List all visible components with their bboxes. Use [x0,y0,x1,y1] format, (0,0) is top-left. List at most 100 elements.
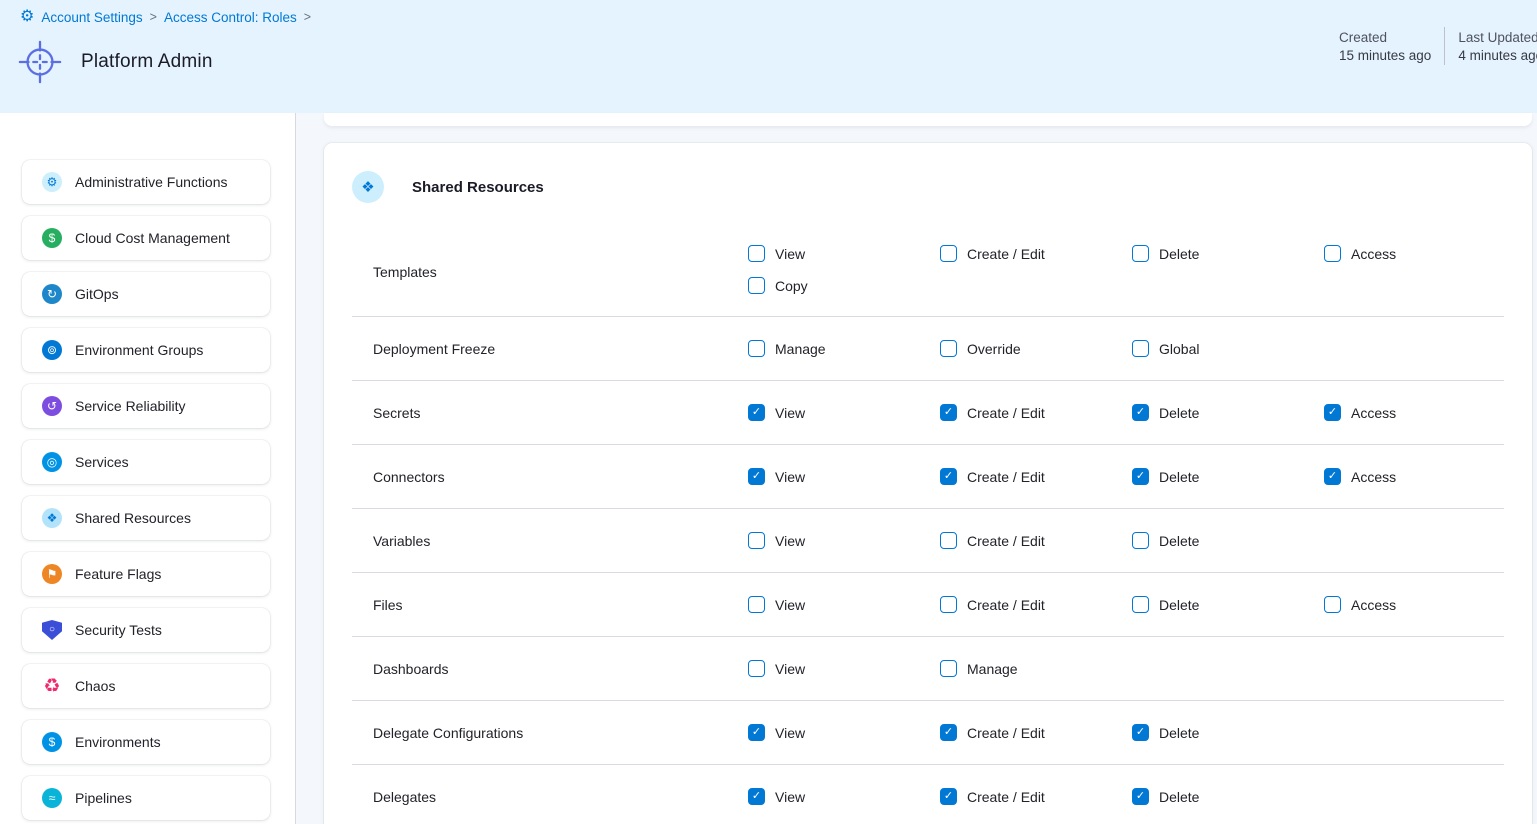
checkbox-box: ✓ [940,724,957,741]
permission-row-secrets: Secrets ✓ View ✓ Create / Edit ✓ Delete … [352,381,1504,445]
checkbox-templates-delete[interactable]: ✓ Delete [1132,245,1324,262]
services-icon: ◎ [42,452,62,472]
checkbox-files-view[interactable]: ✓ View [748,596,940,613]
sidebar-item-administrative-functions[interactable]: ⚙ Administrative Functions [22,160,270,204]
breadcrumb-link-account-settings[interactable]: Account Settings [41,10,142,25]
checkbox-connectors-delete[interactable]: ✓ Delete [1132,468,1324,485]
shared-resources-card: ❖ Shared Resources Templates ✓ View ✓ Co… [324,143,1532,824]
checkbox-delegates-view[interactable]: ✓ View [748,788,940,805]
permission-label: Access [1351,405,1396,421]
checkbox-box: ✓ [940,404,957,421]
permission-label: Delete [1159,469,1199,485]
checkbox-box: ✓ [940,532,957,549]
resource-name: Dashboards [373,661,748,677]
meta-divider [1444,27,1445,65]
checkbox-dashboards-manage[interactable]: ✓ Manage [940,660,1132,677]
checkbox-secrets-create-edit[interactable]: ✓ Create / Edit [940,404,1132,421]
checkbox-variables-view[interactable]: ✓ View [748,532,940,549]
checkbox-dashboards-view[interactable]: ✓ View [748,660,940,677]
checkbox-box: ✓ [748,596,765,613]
permission-cell: ✓ Access [1324,404,1504,421]
permission-cell: ✓ View [748,788,940,805]
checkbox-variables-create-edit[interactable]: ✓ Create / Edit [940,532,1132,549]
permission-cell: ✓ Delete [1132,724,1324,741]
permission-label: Delete [1159,246,1199,262]
checkbox-files-create-edit[interactable]: ✓ Create / Edit [940,596,1132,613]
permission-cell: ✓ Manage [748,340,940,357]
breadcrumb-link-access-control-roles[interactable]: Access Control: Roles [164,10,297,25]
permission-cell: ✓ Delete [1132,788,1324,805]
sidebar-item-cloud-cost-management[interactable]: $ Cloud Cost Management [22,216,270,260]
checkbox-connectors-create-edit[interactable]: ✓ Create / Edit [940,468,1132,485]
last-updated-value: 4 minutes ago [1458,48,1537,63]
service-reliability-icon: ↺ [42,396,62,416]
sidebar-item-shared-resources[interactable]: ❖ Shared Resources [22,496,270,540]
check-icon: ✓ [1328,407,1337,418]
checkbox-templates-access[interactable]: ✓ Access [1324,245,1504,262]
check-icon: ✓ [752,727,761,738]
pipelines-icon: ≈ [42,788,62,808]
checkbox-delegate-configurations-create-edit[interactable]: ✓ Create / Edit [940,724,1132,741]
sidebar-item-service-reliability[interactable]: ↺ Service Reliability [22,384,270,428]
checkbox-box: ✓ [1132,724,1149,741]
shared-resources-icon: ❖ [352,171,384,203]
check-icon: ✓ [752,471,761,482]
sidebar-item-environments[interactable]: $ Environments [22,720,270,764]
resource-category-sidebar: ⚙ Administrative Functions $ Cloud Cost … [0,113,296,824]
sidebar-item-services[interactable]: ◎ Services [22,440,270,484]
permission-label: View [775,597,805,613]
breadcrumb-separator: > [304,10,311,24]
checkbox-connectors-view[interactable]: ✓ View [748,468,940,485]
checkbox-box: ✓ [748,340,765,357]
check-icon: ✓ [1136,407,1145,418]
check-icon: ✓ [944,471,953,482]
permission-cell: ✓ View [748,404,940,421]
sidebar-item-gitops[interactable]: ↻ GitOps [22,272,270,316]
permission-cell: ✓ View ✓ Copy [748,228,940,294]
sidebar-item-chaos[interactable]: ♻ Chaos [22,664,270,708]
sidebar-item-security-tests[interactable]: ○ Security Tests [22,608,270,652]
checkbox-box: ✓ [748,788,765,805]
checkbox-templates-create-edit[interactable]: ✓ Create / Edit [940,245,1132,262]
checkbox-deployment-freeze-override[interactable]: ✓ Override [940,340,1132,357]
checkbox-templates-view[interactable]: ✓ View [748,245,940,262]
created-value: 15 minutes ago [1339,48,1431,63]
permission-label: Create / Edit [967,533,1045,549]
checkbox-secrets-access[interactable]: ✓ Access [1324,404,1504,421]
checkbox-box: ✓ [748,468,765,485]
checkbox-variables-delete[interactable]: ✓ Delete [1132,532,1324,549]
sidebar-item-environment-groups[interactable]: ⊚ Environment Groups [22,328,270,372]
role-meta: Created 15 minutes ago Last Updated 4 mi… [1339,27,1537,65]
permission-row-deployment-freeze: Deployment Freeze ✓ Manage ✓ Override ✓ … [352,317,1504,381]
permission-label: Delete [1159,789,1199,805]
breadcrumb-separator: > [150,10,157,24]
checkbox-delegate-configurations-delete[interactable]: ✓ Delete [1132,724,1324,741]
checkbox-secrets-view[interactable]: ✓ View [748,404,940,421]
check-icon: ✓ [752,407,761,418]
section-title: Shared Resources [412,179,544,196]
checkbox-box: ✓ [1324,596,1341,613]
checkbox-templates-copy[interactable]: ✓ Copy [748,277,940,294]
resource-name: Delegates [373,789,748,805]
checkbox-delegates-delete[interactable]: ✓ Delete [1132,788,1324,805]
checkbox-box: ✓ [748,532,765,549]
permission-label: Access [1351,469,1396,485]
checkbox-delegate-configurations-view[interactable]: ✓ View [748,724,940,741]
permission-label: View [775,725,805,741]
permission-label: Access [1351,246,1396,262]
cloud-cost-management-icon: $ [42,228,62,248]
checkbox-files-access[interactable]: ✓ Access [1324,596,1504,613]
permission-label: Create / Edit [967,405,1045,421]
permission-label: Access [1351,597,1396,613]
checkbox-delegates-create-edit[interactable]: ✓ Create / Edit [940,788,1132,805]
checkbox-connectors-access[interactable]: ✓ Access [1324,468,1504,485]
resource-name: Secrets [373,405,748,421]
crosshair-icon [17,39,63,85]
checkbox-files-delete[interactable]: ✓ Delete [1132,596,1324,613]
permission-label: Manage [775,341,826,357]
checkbox-deployment-freeze-global[interactable]: ✓ Global [1132,340,1324,357]
sidebar-item-feature-flags[interactable]: ⚑ Feature Flags [22,552,270,596]
checkbox-secrets-delete[interactable]: ✓ Delete [1132,404,1324,421]
checkbox-deployment-freeze-manage[interactable]: ✓ Manage [748,340,940,357]
sidebar-item-pipelines[interactable]: ≈ Pipelines [22,776,270,820]
